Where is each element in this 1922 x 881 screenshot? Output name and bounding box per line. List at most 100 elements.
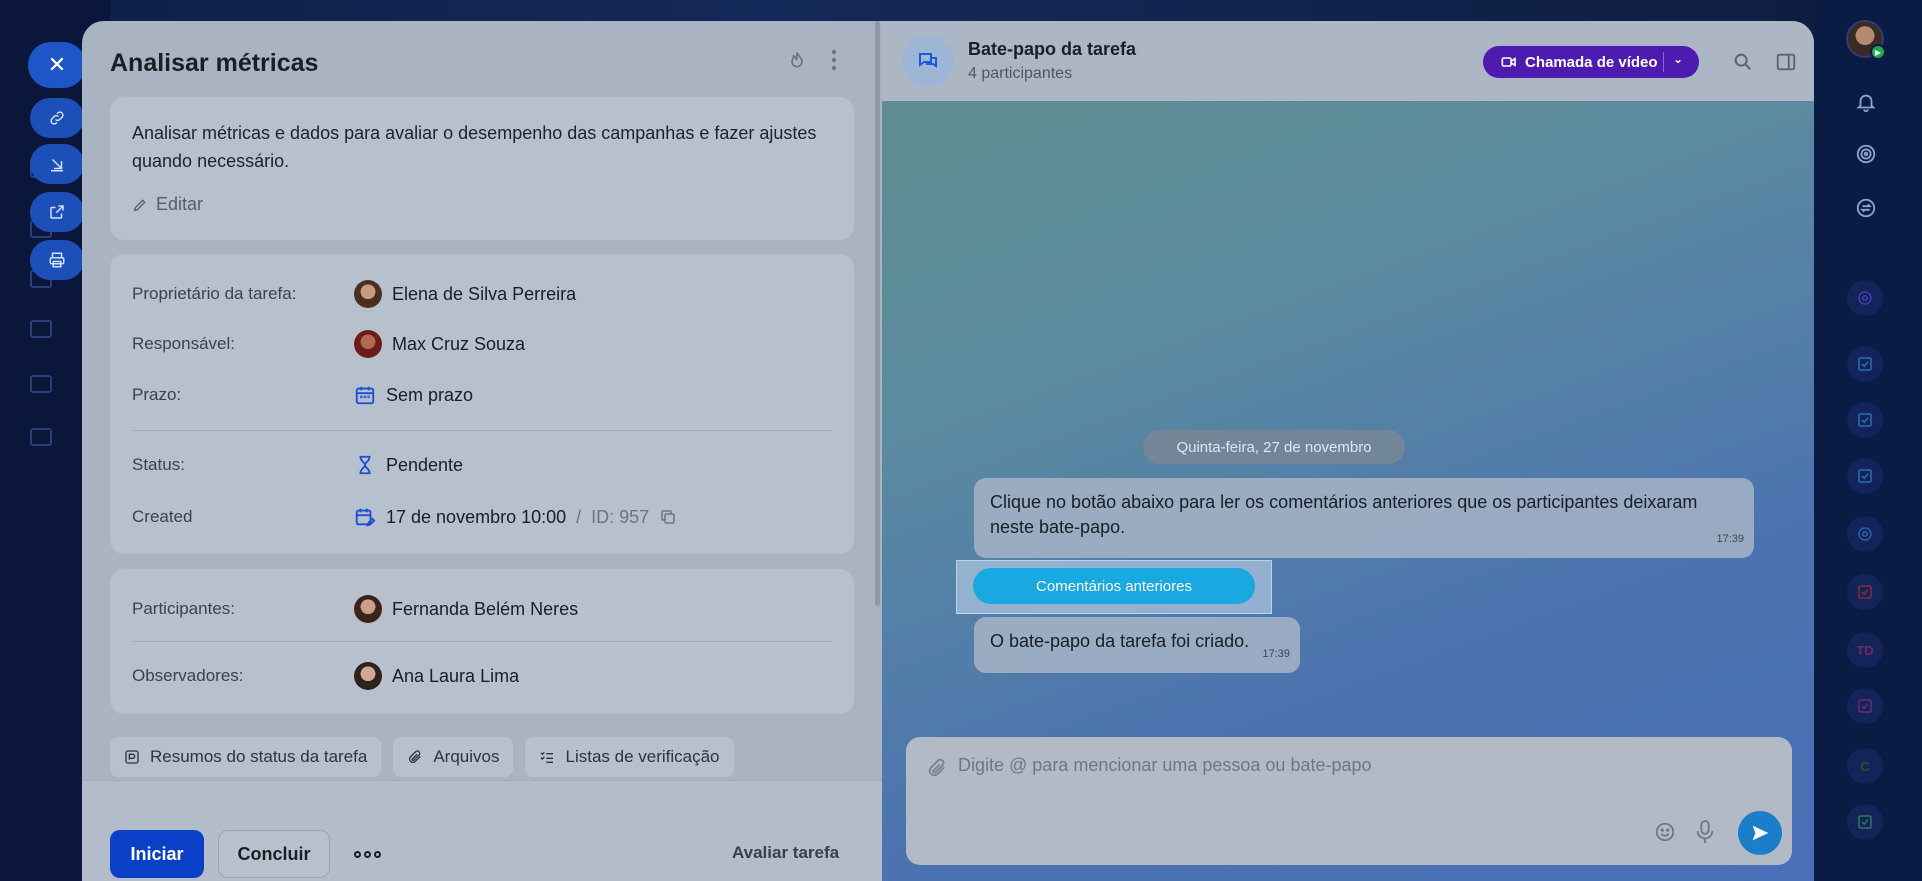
edit-label: Editar <box>156 194 204 214</box>
description-card: Analisar métricas e dados para avaliar o… <box>110 97 854 240</box>
assignee-value[interactable]: Max Cruz Souza <box>354 330 525 358</box>
search-icon[interactable] <box>1732 51 1754 73</box>
bg-ghost-icon <box>30 375 52 393</box>
link-icon <box>50 111 64 125</box>
scrollbar[interactable] <box>875 21 880 606</box>
avatar <box>354 330 382 358</box>
avatar <box>354 595 382 623</box>
people-card: Participantes: Fernanda Belém Neres Obse… <box>110 569 854 714</box>
chat-sync-icon[interactable] <box>1852 194 1880 222</box>
arrow-down-right-icon <box>51 158 63 172</box>
more-vertical-icon[interactable] <box>822 47 846 73</box>
tab-files[interactable]: Arquivos <box>393 737 514 777</box>
more-actions-button[interactable] <box>350 842 384 866</box>
chat-participants-count[interactable]: 4 participantes <box>968 65 1072 83</box>
start-button[interactable]: Iniciar <box>110 830 204 878</box>
download-button[interactable] <box>30 144 84 184</box>
copilot-tile-icon[interactable] <box>1847 516 1883 552</box>
divider <box>132 641 832 642</box>
assignee-label: Responsável: <box>132 334 236 353</box>
task-tile-icon[interactable] <box>1847 346 1883 382</box>
edit-description-button[interactable]: Editar <box>132 194 203 215</box>
video-call-label: Chamada de vídeo <box>1525 53 1658 71</box>
close-button[interactable]: ✕ <box>28 42 86 88</box>
printer-icon <box>49 252 65 268</box>
send-button[interactable] <box>1738 811 1782 855</box>
video-camera-icon <box>1501 57 1516 67</box>
emoji-icon[interactable] <box>1654 821 1676 843</box>
divider <box>132 430 832 431</box>
dot-icon <box>353 850 361 858</box>
send-arrow-icon <box>1752 825 1769 841</box>
status-label: Status: <box>132 455 185 474</box>
system-message: O bate-papo da tarefa foi criado. 17:39 <box>974 617 1300 673</box>
task-panel: Analisar métricas Analisar métricas e da… <box>82 21 882 881</box>
right-sidebar: ▶ TD C <box>1814 0 1922 881</box>
assignee-name: Max Cruz Souza <box>392 333 526 354</box>
dot-icon <box>363 850 371 858</box>
owner-label: Proprietário da tarefa: <box>132 284 297 303</box>
divider <box>1663 52 1664 72</box>
microphone-icon[interactable] <box>1694 819 1716 845</box>
task-tile-icon[interactable] <box>1847 688 1883 724</box>
task-footer: Iniciar Concluir Avaliar tarefa <box>82 780 882 881</box>
task-tabs: Resumos do status da tarefa Arquivos Lis… <box>110 737 734 777</box>
task-tile-icon[interactable] <box>1847 458 1883 494</box>
print-button[interactable] <box>30 240 84 280</box>
participant-name: Fernanda Belém Neres <box>392 598 579 619</box>
user-avatar[interactable]: ▶ <box>1846 20 1886 60</box>
observers-value[interactable]: Ana Laura Lima <box>354 662 519 690</box>
copilot-tile-icon[interactable] <box>1847 280 1883 316</box>
date-separator: Quinta-feira, 27 de novembro <box>1143 430 1405 464</box>
observers-label: Observadores: <box>132 666 244 685</box>
video-call-button[interactable]: Chamada de vídeo ⌄ <box>1483 46 1699 78</box>
message-composer[interactable]: Digite @ para mencionar uma pessoa ou ba… <box>906 737 1792 865</box>
hourglass-icon <box>354 454 376 476</box>
tab-checklists[interactable]: Listas de verificação <box>525 737 734 777</box>
task-tile-icon[interactable] <box>1847 574 1883 610</box>
open-new-window-button[interactable] <box>30 192 84 232</box>
id-separator: / <box>576 506 582 527</box>
tab-status-summaries[interactable]: Resumos do status da tarefa <box>110 737 382 777</box>
task-tile-icon[interactable] <box>1847 402 1883 438</box>
owner-value[interactable]: Elena de Silva Perreira <box>354 280 576 308</box>
paperclip-icon[interactable] <box>926 757 948 779</box>
notifications-bell-icon[interactable] <box>1852 88 1880 116</box>
calendar-edit-icon <box>354 506 376 528</box>
task-tile-icon[interactable] <box>1847 804 1883 840</box>
rate-task-button[interactable]: Avaliar tarefa <box>732 843 839 863</box>
online-status-icon: ▶ <box>1870 44 1886 60</box>
initials-tile-c[interactable]: C <box>1847 748 1883 784</box>
created-label: Created <box>132 507 193 526</box>
deadline-row: Prazo: Sem prazo <box>132 375 832 415</box>
chat-header: Bate-papo da tarefa 4 participantes Cham… <box>882 21 1814 101</box>
status-text: Pendente <box>386 454 464 475</box>
message-input[interactable]: Digite @ para mencionar uma pessoa ou ba… <box>958 755 1372 776</box>
complete-button[interactable]: Concluir <box>218 830 330 878</box>
previous-comments-button[interactable]: Comentários anteriores <box>973 568 1255 604</box>
participants-value[interactable]: Fernanda Belém Neres <box>354 595 578 623</box>
copilot-icon[interactable] <box>1852 140 1880 168</box>
deadline-value[interactable]: Sem prazo <box>354 384 473 406</box>
bg-ghost-icon <box>30 320 52 338</box>
tab-label: Resumos do status da tarefa <box>150 747 368 766</box>
status-row: Status: Pendente <box>132 445 832 485</box>
side-panel-icon[interactable] <box>1775 51 1797 73</box>
owner-row: Proprietário da tarefa: Elena de Silva P… <box>132 274 832 314</box>
owner-name: Elena de Silva Perreira <box>392 283 577 304</box>
bg-ghost-icon <box>30 428 52 446</box>
initials-tile[interactable]: TD <box>1847 632 1883 668</box>
checklist-icon <box>541 751 554 763</box>
copy-link-button[interactable] <box>30 98 84 138</box>
dot-icon <box>373 850 381 858</box>
external-link-icon <box>50 205 64 219</box>
chevron-down-icon[interactable]: ⌄ <box>1673 52 1683 66</box>
status-value: Pendente <box>354 454 463 476</box>
flame-icon[interactable] <box>785 47 809 73</box>
paperclip-icon <box>409 750 422 763</box>
copy-icon[interactable] <box>659 508 677 526</box>
message-text: O bate-papo da tarefa foi criado. <box>990 631 1250 651</box>
deadline-label: Prazo: <box>132 385 182 404</box>
deadline-text: Sem prazo <box>386 384 474 405</box>
task-properties-card: Proprietário da tarefa: Elena de Silva P… <box>110 254 854 554</box>
